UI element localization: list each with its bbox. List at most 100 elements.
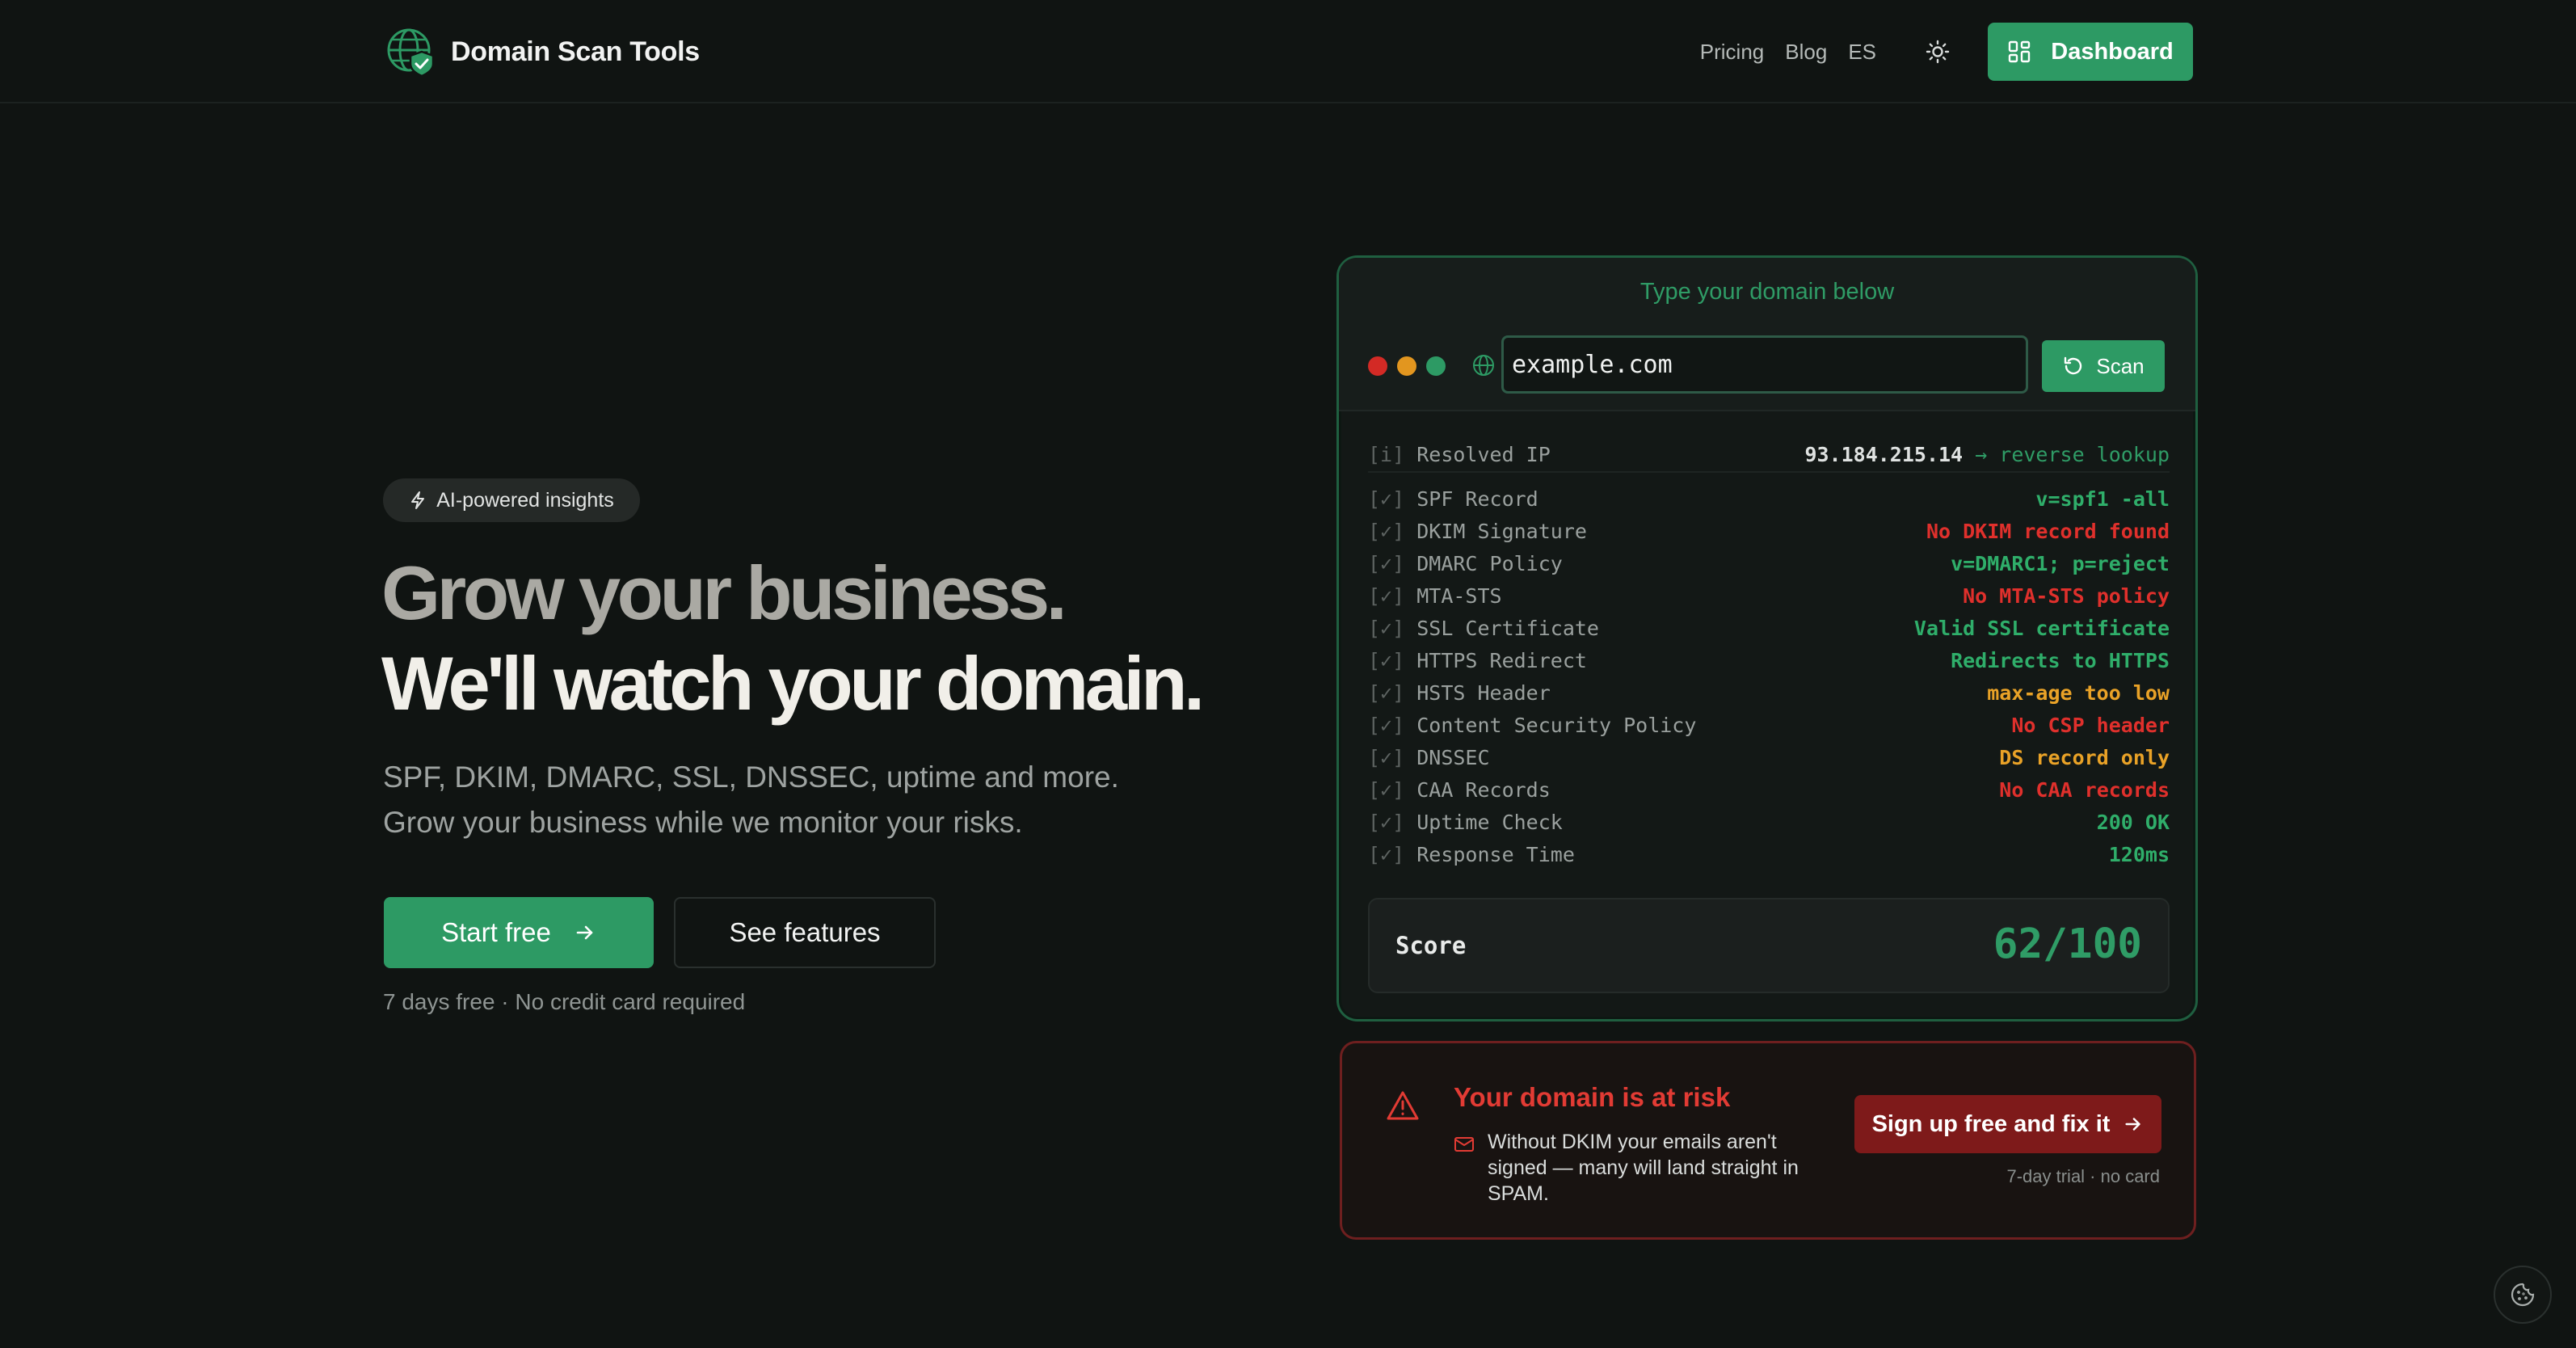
ai-badge: AI-powered insights (383, 478, 640, 522)
dashboard-button-label: Dashboard (2051, 38, 2174, 65)
globe-icon (1473, 355, 1494, 376)
start-free-label: Start free (441, 917, 551, 947)
top-nav: Pricing Blog ES Dashboard (1700, 23, 2193, 81)
ai-badge-label: AI-powered insights (436, 488, 614, 512)
start-free-button[interactable]: Start free (384, 897, 654, 968)
risk-alert: Your domain is at risk Without DKIM your… (1340, 1041, 2196, 1240)
check-prefix: [✓] (1368, 616, 1405, 640)
check-label: DMARC Policy (1416, 551, 1563, 575)
check-label: Uptime Check (1416, 810, 1563, 834)
domain-input-value: example.com (1512, 350, 1673, 379)
check-result: No MTA-STS policy (1963, 583, 2170, 608)
check-prefix: [✓] (1368, 777, 1405, 802)
headline-line-2: We'll watch your domain. (381, 641, 1205, 726)
dashboard-grid-icon (2009, 40, 2031, 63)
nav-blog-link[interactable]: Blog (1785, 40, 1827, 65)
check-result: No CAA records (1999, 777, 2170, 802)
scan-button-label: Scan (2096, 353, 2145, 378)
check-result: DS record only (1999, 745, 2170, 769)
check-result: 200 OK (2096, 810, 2170, 834)
brand-logo[interactable]: Domain Scan Tools (385, 24, 700, 79)
resolved-ip: 93.184.215.14 (1804, 442, 1964, 466)
check-label: SSL Certificate (1416, 616, 1599, 640)
reverse-lookup-link[interactable]: → reverse lookup (1975, 443, 2170, 466)
score-label: Score (1395, 932, 1467, 959)
check-row: [✓] SPF Record v=spf1 -all (1368, 482, 2170, 515)
cookie-icon (2511, 1283, 2535, 1307)
warning-triangle-icon (1387, 1091, 1419, 1120)
check-row: [✓] MTA-STS No MTA-STS policy (1368, 579, 2170, 612)
brand-name: Domain Scan Tools (451, 36, 700, 67)
resolved-prefix: [i] (1368, 442, 1405, 466)
scanner-card: Type your domain below example.com Scan … (1336, 255, 2198, 1022)
resolved-ip-row: [i] Resolved IP 93.184.215.14 → reverse … (1368, 437, 2170, 473)
check-row: [✓] Content Security Policy No CSP header (1368, 709, 2170, 741)
check-label: HSTS Header (1416, 680, 1551, 705)
scan-results: [i] Resolved IP 93.184.215.14 → reverse … (1368, 437, 2170, 870)
check-result: Redirects to HTTPS (1951, 648, 2170, 672)
refresh-icon (2065, 356, 2082, 375)
check-row: [✓] DKIM Signature No DKIM record found (1368, 515, 2170, 547)
domain-input[interactable]: example.com (1501, 335, 2028, 394)
mail-icon (1454, 1137, 1474, 1152)
score-panel: Score 62/100 (1368, 898, 2170, 993)
scan-button[interactable]: Scan (2042, 340, 2165, 392)
check-prefix: [✓] (1368, 551, 1405, 575)
check-label: MTA-STS (1416, 583, 1502, 608)
language-switch[interactable]: ES (1848, 40, 1876, 65)
risk-note: 7-day trial · no card (2006, 1166, 2160, 1186)
check-prefix: [✓] (1368, 519, 1405, 543)
see-features-label: See features (729, 917, 881, 947)
check-row: [✓] Uptime Check 200 OK (1368, 806, 2170, 838)
resolved-label: Resolved IP (1416, 442, 1551, 466)
scanner-toolbar: Type your domain below example.com Scan (1339, 258, 2195, 411)
hero-subtitle-line-1: SPF, DKIM, DMARC, SSL, DNSSEC, uptime an… (383, 760, 1119, 794)
check-result: max-age too low (1987, 680, 2170, 705)
check-prefix: [✓] (1368, 680, 1405, 705)
check-label: HTTPS Redirect (1416, 648, 1587, 672)
risk-title: Your domain is at risk (1454, 1082, 1731, 1112)
check-prefix: [✓] (1368, 713, 1405, 737)
check-label: DKIM Signature (1416, 519, 1587, 543)
yellow-dot-icon (1397, 356, 1416, 376)
trial-note: 7 days free · No credit card required (383, 989, 746, 1014)
check-result: 120ms (2108, 842, 2170, 866)
check-label: DNSSEC (1416, 745, 1490, 769)
arrow-right-icon (2125, 1118, 2141, 1131)
see-features-button[interactable]: See features (674, 897, 936, 968)
red-dot-icon (1368, 356, 1387, 376)
cookie-settings-button[interactable] (2494, 1266, 2552, 1324)
check-row: [✓] CAA Records No CAA records (1368, 773, 2170, 806)
check-prefix: [✓] (1368, 487, 1405, 511)
check-label: CAA Records (1416, 777, 1551, 802)
lightning-icon (411, 491, 425, 509)
check-row: [✓] SSL Certificate Valid SSL certificate (1368, 612, 2170, 644)
dashboard-button[interactable]: Dashboard (1988, 23, 2193, 81)
theme-toggle-button[interactable] (1921, 36, 1954, 68)
green-dot-icon (1426, 356, 1446, 376)
site-header: Domain Scan Tools Pricing Blog ES Dashbo… (0, 0, 2576, 103)
check-row: [✓] HSTS Header max-age too low (1368, 676, 2170, 709)
nav-pricing-link[interactable]: Pricing (1700, 40, 1764, 65)
headline-line-1: Grow your business. (381, 550, 1067, 635)
hero-subtitle-line-2: Grow your business while we monitor your… (383, 806, 1023, 839)
check-result: v=spf1 -all (2035, 487, 2170, 511)
sun-icon (1926, 40, 1950, 64)
sign-up-fix-button[interactable]: Sign up free and fix it (1854, 1095, 2161, 1153)
check-result: No CSP header (2011, 713, 2170, 737)
check-prefix: [✓] (1368, 842, 1405, 866)
globe-shield-icon (387, 28, 435, 78)
check-row: [✓] DNSSEC DS record only (1368, 741, 2170, 773)
check-row: [✓] HTTPS Redirect Redirects to HTTPS (1368, 644, 2170, 676)
check-prefix: [✓] (1368, 583, 1405, 608)
check-prefix: [✓] (1368, 745, 1405, 769)
check-label: Content Security Policy (1416, 713, 1697, 737)
window-dots (1368, 356, 1455, 376)
check-label: Response Time (1416, 842, 1575, 866)
check-result: Valid SSL certificate (1913, 616, 2170, 640)
check-prefix: [✓] (1368, 648, 1405, 672)
hero-subtitle: SPF, DKIM, DMARC, SSL, DNSSEC, uptime an… (383, 755, 1119, 845)
check-row: [✓] Response Time 120ms (1368, 838, 2170, 870)
score-value: 62/100 (1993, 920, 2142, 968)
check-list: [✓] SPF Record v=spf1 -all [✓] DKIM Signat… (1368, 482, 2170, 870)
